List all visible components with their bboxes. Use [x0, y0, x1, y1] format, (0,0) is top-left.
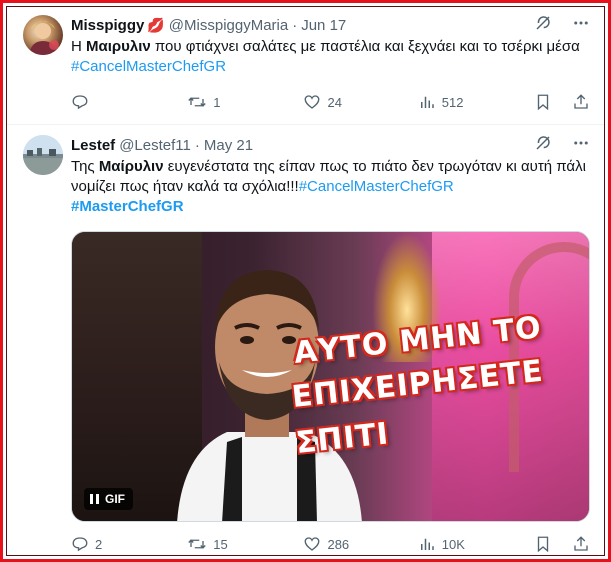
retweet-button[interactable]: 1	[187, 93, 303, 111]
views-icon	[418, 535, 436, 553]
bookmark-icon[interactable]	[534, 535, 552, 553]
bookmark-icon[interactable]	[534, 93, 552, 111]
kiss-emoji: 💋	[147, 16, 165, 33]
tweet-text: Η Μαιρυλιν που φτιάχνει σαλάτες με παστέ…	[71, 37, 590, 77]
views-count: 10K	[441, 536, 465, 552]
hashtag-link[interactable]: #CancelMasterChefGR	[71, 58, 226, 75]
reply-button[interactable]: 2	[71, 535, 187, 553]
tweet-header: Lestef @Lestef11 · May 21	[71, 135, 590, 155]
retweet-count: 1	[213, 94, 221, 110]
like-count: 24	[327, 94, 342, 110]
header-icons	[534, 135, 590, 155]
like-icon	[303, 93, 321, 111]
reply-icon	[71, 535, 89, 553]
display-name[interactable]: Misspiggy	[71, 17, 144, 34]
views-button[interactable]: 10K	[418, 535, 534, 553]
text-bold: Μαίρυλιν	[98, 158, 164, 175]
reply-button[interactable]	[71, 93, 187, 111]
grok-icon[interactable]	[534, 14, 552, 36]
gif-media[interactable]: ΑΥΤΟ ΜΗΝ ΤΟ ΕΠΙΧΕΙΡΗΣΕΤΕ ΣΠΙΤΙ GIF	[71, 231, 590, 522]
retweet-button[interactable]: 15	[187, 535, 303, 553]
tweet-end-actions	[534, 535, 590, 553]
separator-dot: ·	[194, 136, 200, 154]
header-icons	[534, 15, 590, 35]
retweet-count: 15	[213, 536, 228, 552]
tweet-date[interactable]: Jun 17	[301, 17, 346, 34]
like-button[interactable]: 286	[303, 535, 417, 553]
like-count: 286	[327, 536, 350, 552]
avatar[interactable]	[23, 15, 63, 55]
text-prefix: Της	[71, 158, 99, 175]
like-icon	[303, 535, 321, 553]
text-bold: Μαιρυλιν	[86, 38, 151, 55]
tweet[interactable]: Lestef @Lestef11 · May 21 Της Μαίρυλιν ε…	[7, 126, 604, 561]
views-icon	[418, 93, 436, 111]
reply-icon	[71, 93, 89, 111]
reply-count: 2	[95, 536, 103, 552]
screenshot-frame: Misspiggy 💋 @MisspiggyMaria · Jun 17 Η Μ…	[0, 0, 611, 562]
like-button[interactable]: 24	[303, 93, 417, 111]
views-button[interactable]: 512	[418, 93, 534, 111]
text-rest: που φτιάχνει σαλάτες με παστέλια και ξεχ…	[150, 38, 580, 55]
tweet-date[interactable]: May 21	[204, 137, 253, 154]
gif-label: GIF	[105, 492, 125, 506]
share-icon[interactable]	[572, 535, 590, 553]
text-prefix: Η	[71, 38, 86, 55]
tweet-text: Της Μαίρυλιν ευγενέστατα της είπαν πως τ…	[71, 157, 590, 217]
hashtag-link[interactable]: #CancelMasterChefGR	[299, 178, 454, 195]
tweet[interactable]: Misspiggy 💋 @MisspiggyMaria · Jun 17 Η Μ…	[7, 7, 604, 125]
avatar[interactable]	[23, 135, 63, 175]
handle[interactable]: @Lestef11	[119, 137, 191, 154]
pause-icon[interactable]	[90, 494, 99, 504]
separator-dot: ·	[292, 16, 298, 34]
more-icon[interactable]	[572, 14, 590, 36]
tweet-actions: 1 24 512	[71, 93, 590, 111]
retweet-icon	[187, 535, 207, 553]
gif-badge[interactable]: GIF	[84, 488, 133, 510]
more-icon[interactable]	[572, 134, 590, 156]
share-icon[interactable]	[572, 93, 590, 111]
hashtag-link[interactable]: #MasterChefGR	[71, 198, 184, 215]
handle[interactable]: @MisspiggyMaria	[169, 17, 288, 34]
grok-icon[interactable]	[534, 134, 552, 156]
tweet-header: Misspiggy 💋 @MisspiggyMaria · Jun 17	[71, 15, 590, 35]
tweet-body: Lestef @Lestef11 · May 21 Της Μαίρυλιν ε…	[71, 135, 590, 217]
tweet-actions: 2 15 286 10K	[71, 535, 590, 553]
display-name[interactable]: Lestef	[71, 137, 115, 154]
tweet-end-actions	[534, 93, 590, 111]
retweet-icon	[187, 93, 207, 111]
tweet-body: Misspiggy 💋 @MisspiggyMaria · Jun 17 Η Μ…	[71, 15, 590, 77]
views-count: 512	[441, 94, 464, 110]
